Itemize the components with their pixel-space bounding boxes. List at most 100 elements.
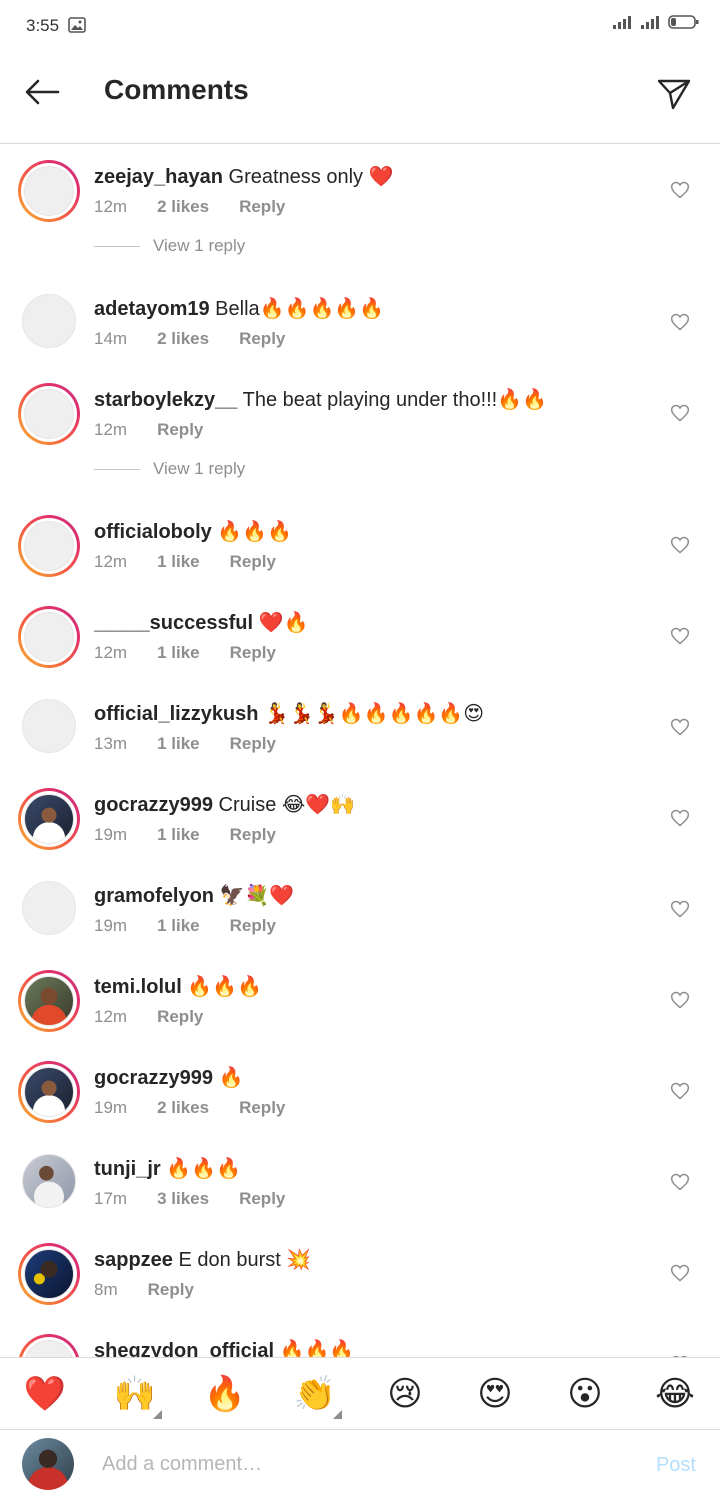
heart-icon[interactable]	[670, 1172, 690, 1192]
heart-icon[interactable]	[670, 1263, 690, 1283]
comment-row[interactable]: temi.lolul 🔥🔥🔥 12m Reply	[0, 954, 720, 1045]
comment-time: 8m	[94, 1280, 118, 1299]
heart-icon[interactable]	[670, 180, 690, 200]
comment-username[interactable]: gocrazzy999	[94, 1067, 213, 1089]
reply-button[interactable]: Reply	[239, 1098, 285, 1118]
comment-avatar[interactable]	[18, 160, 80, 222]
comment-row[interactable]: adetayom19 Bella🔥🔥🔥🔥🔥 14m 2 likes Reply	[0, 276, 720, 367]
comment-likes[interactable]: 2 likes	[157, 197, 209, 217]
view-replies-button[interactable]: View 1 reply	[94, 454, 245, 484]
share-button[interactable]	[654, 74, 694, 114]
heart-icon[interactable]	[670, 1081, 690, 1101]
comment-row[interactable]: starboylekzy__ The beat playing under th…	[0, 367, 720, 458]
comment-username[interactable]: adetayom19	[94, 298, 210, 320]
comment-likes[interactable]: 2 likes	[157, 329, 209, 349]
heart-icon[interactable]	[670, 717, 690, 737]
post-button[interactable]: Post	[656, 1454, 696, 1477]
quick-reaction-button[interactable]: 🙌	[90, 1358, 180, 1429]
comment-meta: 17m 3 likes Reply	[94, 1189, 285, 1209]
quick-reaction-button[interactable]: ❤️	[0, 1358, 90, 1429]
comment-username[interactable]: zeejay_hayan	[94, 166, 223, 188]
comment-avatar[interactable]	[18, 788, 80, 850]
comment-avatar[interactable]	[18, 515, 80, 577]
comment-username[interactable]: tunji_jr	[94, 1158, 161, 1180]
back-button[interactable]	[20, 74, 64, 110]
page-title: Comments	[104, 74, 249, 105]
comment-row[interactable]: _____successful ❤️🔥 12m 1 like Reply	[0, 590, 720, 681]
comment-row[interactable]: gocrazzy999 🔥 19m 2 likes Reply	[0, 1045, 720, 1136]
heart-icon[interactable]	[670, 626, 690, 646]
comment-likes[interactable]: 1 like	[157, 825, 200, 845]
comments-list[interactable]: zeejay_hayan Greatness only ❤️ 12m 2 likes…	[0, 144, 720, 1357]
reply-button[interactable]: Reply	[230, 916, 276, 936]
comment-row[interactable]: officialoboly 🔥🔥🔥 12m 1 like Reply	[0, 499, 720, 590]
reply-button[interactable]: Reply	[239, 197, 285, 217]
quick-reaction-button[interactable]: 😍	[450, 1358, 540, 1429]
avatar	[22, 881, 76, 935]
comment-avatar[interactable]	[22, 881, 76, 935]
reply-button[interactable]: Reply	[239, 329, 285, 349]
comment-username[interactable]: official_lizzykush	[94, 703, 259, 725]
comment-row[interactable]: gramofelyon 🦅💐❤️ 19m 1 like Reply	[0, 863, 720, 954]
comment-row[interactable]: gocrazzy999 Cruise 😂❤️🙌 19m 1 like Reply	[0, 772, 720, 863]
comment-username[interactable]: sheqzydon_official	[94, 1340, 274, 1357]
quick-reaction-button[interactable]: 😂	[630, 1358, 720, 1429]
reply-button[interactable]: Reply	[239, 1189, 285, 1209]
heart-icon[interactable]	[670, 899, 690, 919]
comment-time: 19m	[94, 1098, 128, 1117]
comment-body: 🔥🔥🔥	[274, 1340, 355, 1357]
reply-button[interactable]: Reply	[230, 643, 276, 663]
comment-avatar[interactable]	[18, 383, 80, 445]
comment-row[interactable]: sheqzydon_official 🔥🔥🔥	[0, 1318, 720, 1357]
comment-row[interactable]: sappzee E don burst 💥 8m Reply	[0, 1227, 720, 1318]
comment-input[interactable]	[102, 1444, 622, 1484]
comment-username[interactable]: gramofelyon	[94, 885, 214, 907]
comment-likes[interactable]: 1 like	[157, 552, 200, 572]
quick-reaction-button[interactable]: 🔥	[180, 1358, 270, 1429]
heart-icon[interactable]	[670, 990, 690, 1010]
avatar	[24, 1067, 74, 1117]
comment-row[interactable]: tunji_jr 🔥🔥🔥 17m 3 likes Reply	[0, 1136, 720, 1227]
avatar	[24, 1249, 74, 1299]
comment-username[interactable]: officialoboly	[94, 521, 212, 543]
comment-avatar[interactable]	[18, 1243, 80, 1305]
comment-avatar[interactable]	[22, 1154, 76, 1208]
comment-likes[interactable]: 1 like	[157, 643, 200, 663]
heart-icon[interactable]	[670, 403, 690, 423]
heart-icon[interactable]	[670, 312, 690, 332]
reaction-emoji: ❤️	[23, 1374, 67, 1413]
comment-likes[interactable]: 2 likes	[157, 1098, 209, 1118]
comment-username[interactable]: _____successful	[94, 612, 253, 634]
comment-username[interactable]: sappzee	[94, 1249, 173, 1271]
comment-row[interactable]: official_lizzykush 💃💃💃🔥🔥🔥🔥🔥😍 13m 1 like Rep…	[0, 681, 720, 772]
heart-icon[interactable]	[670, 808, 690, 828]
comment-avatar[interactable]	[22, 294, 76, 348]
comment-avatar[interactable]	[22, 699, 76, 753]
comment-avatar[interactable]	[18, 606, 80, 668]
reply-button[interactable]: Reply	[157, 420, 203, 440]
comment-row[interactable]: zeejay_hayan Greatness only ❤️ 12m 2 likes…	[0, 144, 720, 235]
quick-reaction-button[interactable]: 👏	[270, 1358, 360, 1429]
comment-avatar[interactable]	[18, 970, 80, 1032]
arrow-left-icon	[25, 79, 60, 105]
reply-button[interactable]: Reply	[230, 552, 276, 572]
reply-button[interactable]: Reply	[230, 825, 276, 845]
comment-body: Cruise 😂❤️🙌	[212, 794, 356, 816]
comment-username[interactable]: starboylekzy__	[94, 389, 237, 411]
comment-username[interactable]: temi.lolul	[94, 976, 182, 998]
quick-reaction-button[interactable]: 😢	[360, 1358, 450, 1429]
comment-likes[interactable]: 1 like	[157, 916, 200, 936]
comment-time: 12m	[94, 552, 128, 571]
quick-reaction-button[interactable]: 😮	[540, 1358, 630, 1429]
view-replies-button[interactable]: View 1 reply	[94, 231, 245, 261]
reply-button[interactable]: Reply	[230, 734, 276, 754]
comment-likes[interactable]: 1 like	[157, 734, 200, 754]
comment-avatar[interactable]	[18, 1334, 80, 1357]
comment-avatar[interactable]	[18, 1061, 80, 1123]
heart-icon[interactable]	[670, 535, 690, 555]
comment-username[interactable]: gocrazzy999	[94, 794, 213, 816]
reply-button[interactable]: Reply	[148, 1280, 194, 1300]
signal-icon-2	[640, 15, 662, 34]
comment-likes[interactable]: 3 likes	[157, 1189, 209, 1209]
reply-button[interactable]: Reply	[157, 1007, 203, 1027]
